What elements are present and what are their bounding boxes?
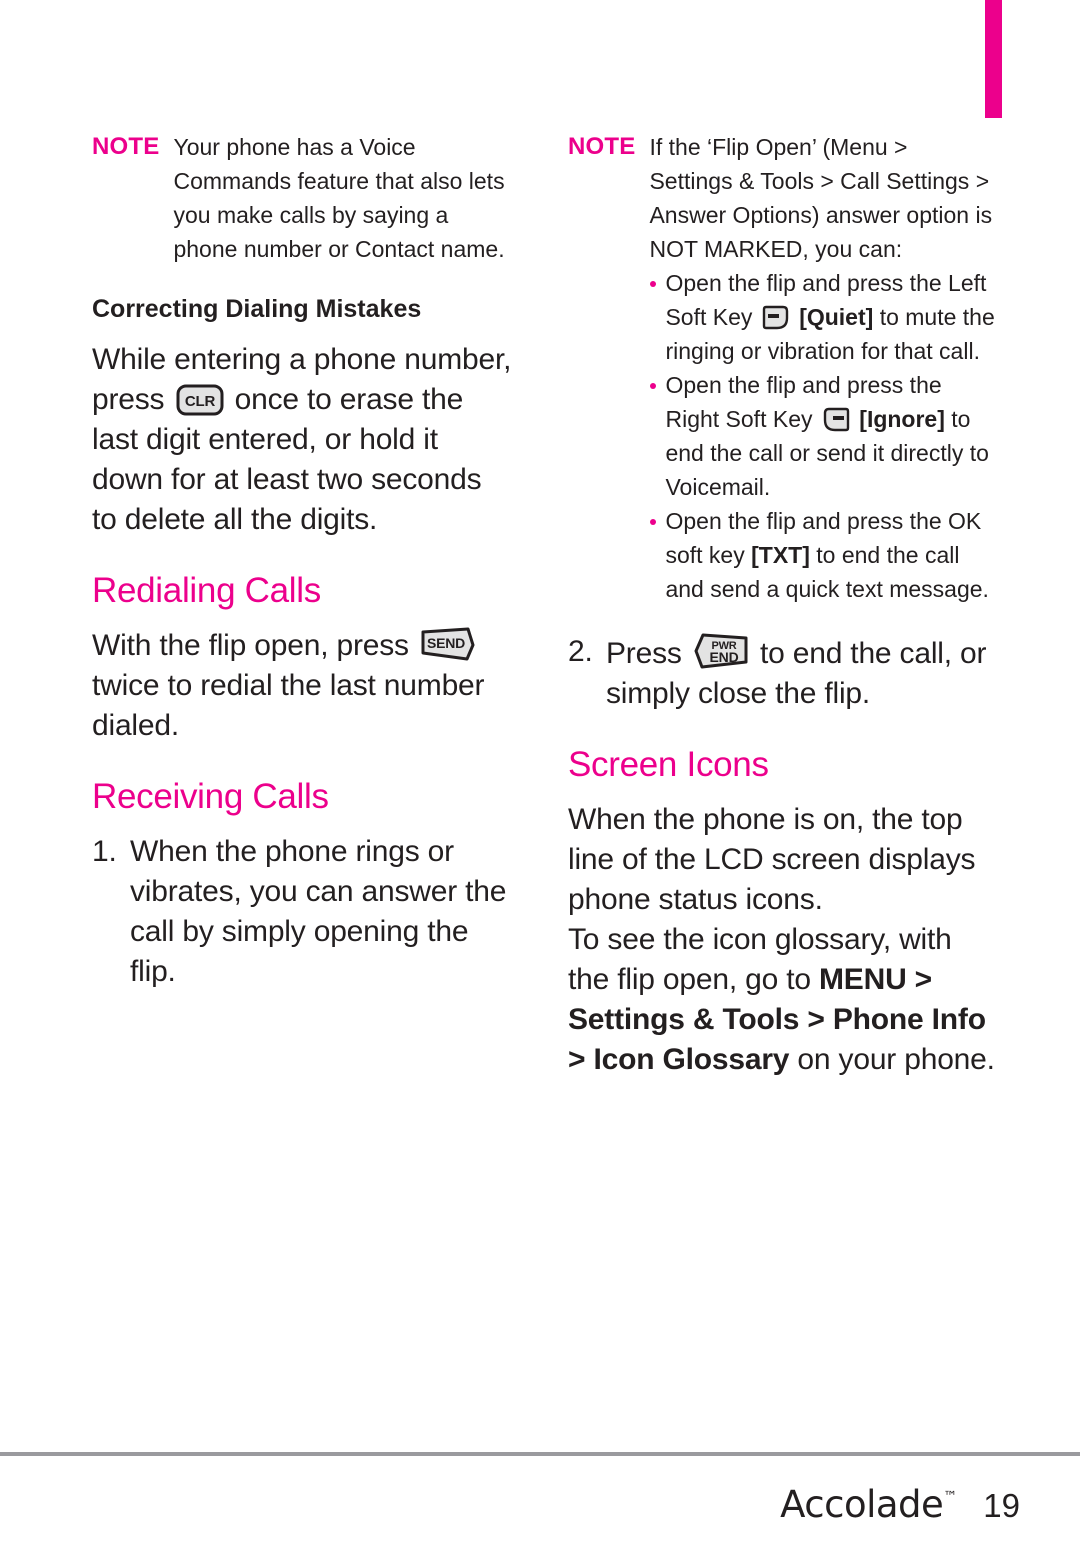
trademark-symbol: ™ (943, 1489, 958, 1505)
brand-logo: Accolade™ (780, 1483, 957, 1526)
subheading-correcting-dialing-mistakes: Correcting Dialing Mistakes (92, 295, 422, 323)
nav-icon-glossary: Icon Glossary (593, 1043, 790, 1076)
nav-phone-info: Phone Info (832, 1003, 986, 1036)
clr-key-icon: CLR (176, 384, 224, 416)
svg-text:END: END (709, 649, 738, 665)
paragraph-redialing: With the flip open, press SEND twice to … (92, 626, 512, 746)
note-text: Your phone has a Voice Commands feature … (173, 134, 505, 262)
list-item: Open the flip and press the Left Soft Ke… (649, 266, 996, 368)
note-bullet-list: Open the flip and press the Left Soft Ke… (649, 266, 996, 606)
paragraph-correcting-dialing: While entering a phone number, press CLR… (92, 340, 512, 540)
nav-sep-3: > (568, 1043, 594, 1076)
heading-receiving-calls: Receiving Calls (92, 777, 329, 816)
right-soft-key-icon (821, 407, 851, 433)
softkey-label-quiet: [Quiet] (799, 304, 874, 330)
heading-redialing-calls: Redialing Calls (92, 571, 321, 610)
list-item: 2. Press PWR END to end the call, or sim… (568, 632, 996, 714)
glossary-text-part-2: on your phone. (789, 1043, 995, 1076)
softkey-label-txt: [TXT] (751, 542, 810, 568)
left-soft-key-icon (761, 305, 791, 331)
brand-name: Accolade (780, 1483, 944, 1526)
note-text: If the ‘Flip Open’ (Menu > Settings & To… (649, 130, 996, 606)
heading-screen-icons: Screen Icons (568, 745, 769, 784)
note-block-left: NOTE Your phone has a Voice Commands fea… (92, 130, 512, 266)
section-tab-marker (985, 0, 1002, 118)
list-item: Open the flip and press the OK soft key … (649, 504, 996, 606)
softkey-label-ignore: [Ignore] (859, 406, 945, 432)
svg-text:CLR: CLR (184, 393, 215, 410)
paragraph-screen-icons-2: To see the icon glossary, with the flip … (568, 920, 996, 1080)
nav-sep-1: > (906, 963, 933, 996)
footer-divider (0, 1452, 1080, 1456)
left-column: NOTE Your phone has a Voice Commands fea… (92, 130, 512, 996)
step-number: 1. (92, 835, 117, 868)
footer: Accolade™ 19 (0, 1483, 1020, 1526)
note-intro: If the ‘Flip Open’ (Menu > Settings & To… (649, 134, 993, 262)
paragraph-redialing-part-1: With the flip open, press (92, 629, 409, 662)
page-number: 19 (983, 1487, 1020, 1524)
note-block-right: NOTE If the ‘Flip Open’ (Menu > Settings… (568, 130, 996, 606)
nav-menu: MENU (819, 963, 907, 996)
step-number: 2. (568, 635, 593, 668)
send-key-icon: SEND (420, 626, 476, 662)
note-label: NOTE (92, 133, 160, 160)
manual-page: NOTE Your phone has a Voice Commands fea… (0, 0, 1080, 1555)
note-label: NOTE (568, 133, 636, 160)
right-column: NOTE If the ‘Flip Open’ (Menu > Settings… (568, 130, 996, 1086)
step-text-part-1: Press (606, 637, 682, 670)
nav-sep-2: > (807, 1003, 833, 1036)
receiving-calls-steps: 1. When the phone rings or vibrates, you… (92, 832, 512, 992)
end-call-steps: 2. Press PWR END to end the call, or sim… (568, 632, 996, 714)
svg-text:SEND: SEND (427, 635, 465, 651)
paragraph-redialing-part-2: twice to redial the last number dialed. (92, 669, 485, 742)
nav-settings-tools: Settings & Tools (568, 1003, 808, 1036)
list-item: Open the flip and press the Right Soft K… (649, 368, 996, 504)
paragraph-screen-icons-1: When the phone is on, the top line of th… (568, 803, 976, 916)
step-text: When the phone rings or vibrates, you ca… (130, 835, 507, 988)
list-item: 1. When the phone rings or vibrates, you… (92, 832, 512, 992)
pwr-end-key-icon: PWR END (693, 632, 749, 670)
